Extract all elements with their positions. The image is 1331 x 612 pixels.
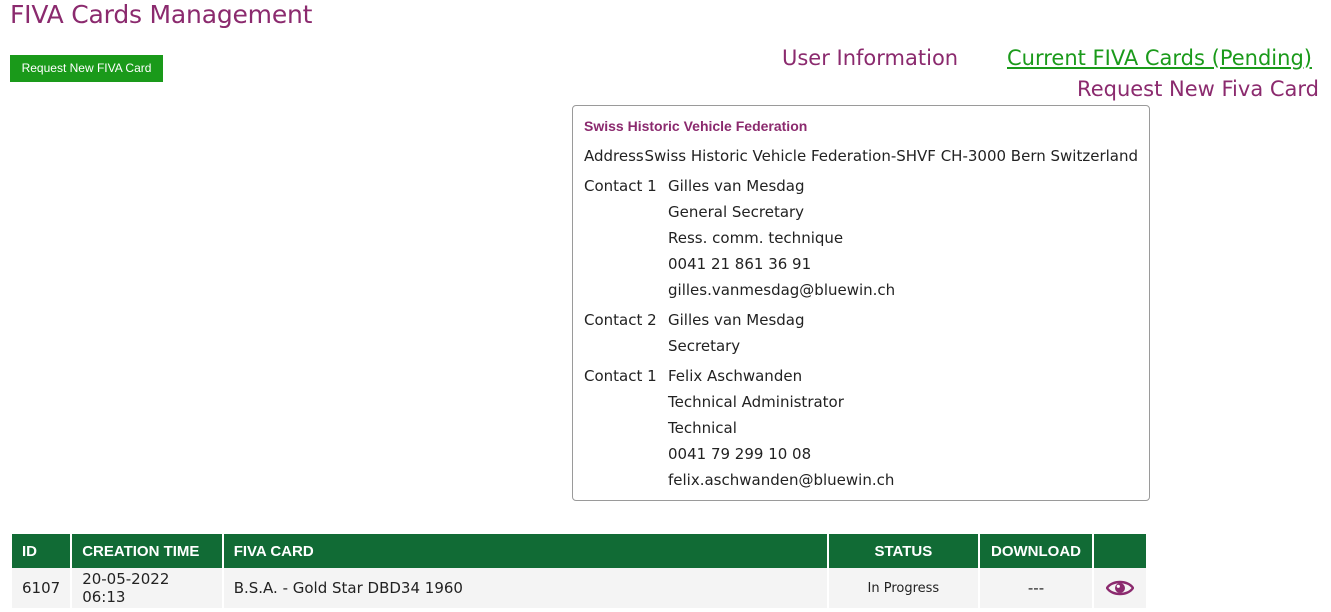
user-information-panel: Swiss Historic Vehicle Federation Addres… [572,105,1150,501]
table-row: 6107 20-05-2022 06:13 B.S.A. - Gold Star… [12,568,1146,608]
contact-email: gilles.vanmesdag@bluewin.ch [668,281,896,299]
column-header-status: STATUS [828,534,979,568]
cell-id: 6107 [12,568,71,608]
contact-label: Contact 1 [584,367,657,385]
organization-name: Swiss Historic Vehicle Federation [584,118,808,134]
contact-department: Ress. comm. technique [668,229,844,247]
contact-row: Contact 1 Felix Aschwanden Technical Adm… [584,363,1138,493]
eye-icon[interactable] [1106,578,1134,598]
contact-role: Technical Administrator [668,393,844,411]
nav-current-fiva-cards[interactable]: Current FIVA Cards (Pending) [1007,46,1312,70]
column-header-fiva-card: FIVA CARD [223,534,827,568]
table-header-row: ID CREATION TIME FIVA CARD STATUS DOWNLO… [12,534,1146,568]
column-header-id: ID [12,534,71,568]
contact-label: Contact 2 [584,311,657,329]
cell-download: --- [980,568,1092,608]
contact-label: Contact 1 [584,177,657,195]
contact-name: Gilles van Mesdag [668,177,805,195]
contact-email: felix.aschwanden@bluewin.ch [668,471,895,489]
column-header-download: DOWNLOAD [980,534,1092,568]
cell-fiva-card: B.S.A. - Gold Star DBD34 1960 [223,568,827,608]
contact-role: General Secretary [668,203,805,221]
contact-name: Felix Aschwanden [668,367,803,385]
address-value: Swiss Historic Vehicle Federation-SHVF C… [644,147,1138,165]
cell-creation-time: 20-05-2022 06:13 [72,568,222,608]
contact-name: Gilles van Mesdag [668,311,805,329]
page-title: FIVA Cards Management [10,0,313,29]
contact-department: Technical [668,419,737,437]
fiva-cards-table: ID CREATION TIME FIVA CARD STATUS DOWNLO… [10,534,1148,608]
contact-phone: 0041 21 861 36 91 [668,255,812,273]
cell-status: In Progress [828,568,979,608]
contact-row: Contact 2 Gilles van Mesdag Secretary [584,307,1138,359]
contact-row: Contact 1 Gilles van Mesdag General Secr… [584,173,1138,303]
cell-view [1094,568,1146,608]
column-header-creation-time: CREATION TIME [72,534,222,568]
contact-phone: 0041 79 299 10 08 [668,445,812,463]
contact-role: Secretary [668,337,741,355]
nav-request-new-fiva-card[interactable]: Request New Fiva Card [1077,77,1319,101]
column-header-actions [1094,534,1146,568]
nav-user-information[interactable]: User Information [782,46,958,70]
address-label: Address [584,147,644,165]
request-new-card-button[interactable]: Request New FIVA Card [10,55,163,82]
address-row: Address Swiss Historic Vehicle Federatio… [584,143,1138,169]
